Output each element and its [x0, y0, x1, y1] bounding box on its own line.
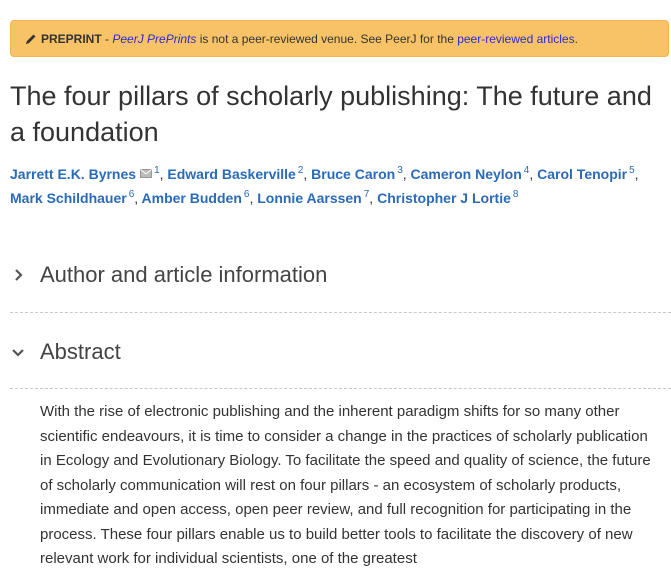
abstract-text: With the rise of electronic publishing a…	[40, 403, 651, 567]
author-link[interactable]: Lonnie Aarssen	[257, 190, 362, 206]
abstract-label: Abstract	[40, 339, 121, 364]
banner-end: .	[574, 31, 578, 46]
author-link[interactable]: Bruce Caron	[311, 166, 395, 182]
author-affiliation[interactable]: 8	[513, 189, 519, 200]
email-icon[interactable]	[140, 169, 153, 178]
author-separator: ,	[529, 166, 534, 182]
author-link[interactable]: Cameron Neylon	[411, 166, 522, 182]
author-link[interactable]: Jarrett E.K. Byrnes	[10, 166, 136, 182]
author-link[interactable]: Edward Baskerville	[167, 166, 295, 182]
author-info-label: Author and article information	[40, 262, 328, 287]
author-separator: ,	[249, 190, 254, 206]
author-link[interactable]: Christopher J Lortie	[377, 190, 511, 206]
author-separator: ,	[303, 166, 308, 182]
author-info-toggle[interactable]: Author and article information	[10, 262, 671, 288]
author-link[interactable]: Carol Tenopir	[537, 166, 627, 182]
author-separator: ,	[634, 166, 639, 182]
author-separator: ,	[369, 190, 374, 206]
author-link[interactable]: Amber Budden	[142, 190, 242, 206]
article-title: The four pillars of scholarly publishing…	[10, 81, 652, 147]
chevron-down-icon	[12, 349, 24, 357]
pencil-icon	[26, 34, 36, 44]
abstract-toggle[interactable]: Abstract	[10, 339, 671, 365]
banner-dash: -	[101, 31, 113, 46]
venue-link[interactable]: PeerJ PrePrints	[112, 32, 196, 46]
author-separator: ,	[134, 190, 139, 206]
section-divider	[10, 312, 671, 313]
author-separator: ,	[402, 166, 407, 182]
author-list: Jarrett E.K. Byrnes 1, Edward Baskerville…	[10, 162, 660, 210]
banner-message: is not a peer-reviewed venue. See PeerJ …	[196, 31, 458, 46]
preprint-banner: PREPRINT - PeerJ PrePrints is not a peer…	[10, 20, 669, 57]
peer-reviewed-link[interactable]: peer-reviewed articles	[457, 32, 574, 46]
section-divider	[10, 388, 671, 389]
chevron-right-icon	[15, 269, 23, 281]
author-link[interactable]: Mark Schildhauer	[10, 190, 127, 206]
preprint-tag: PREPRINT	[41, 31, 102, 46]
author-separator: ,	[159, 166, 164, 182]
